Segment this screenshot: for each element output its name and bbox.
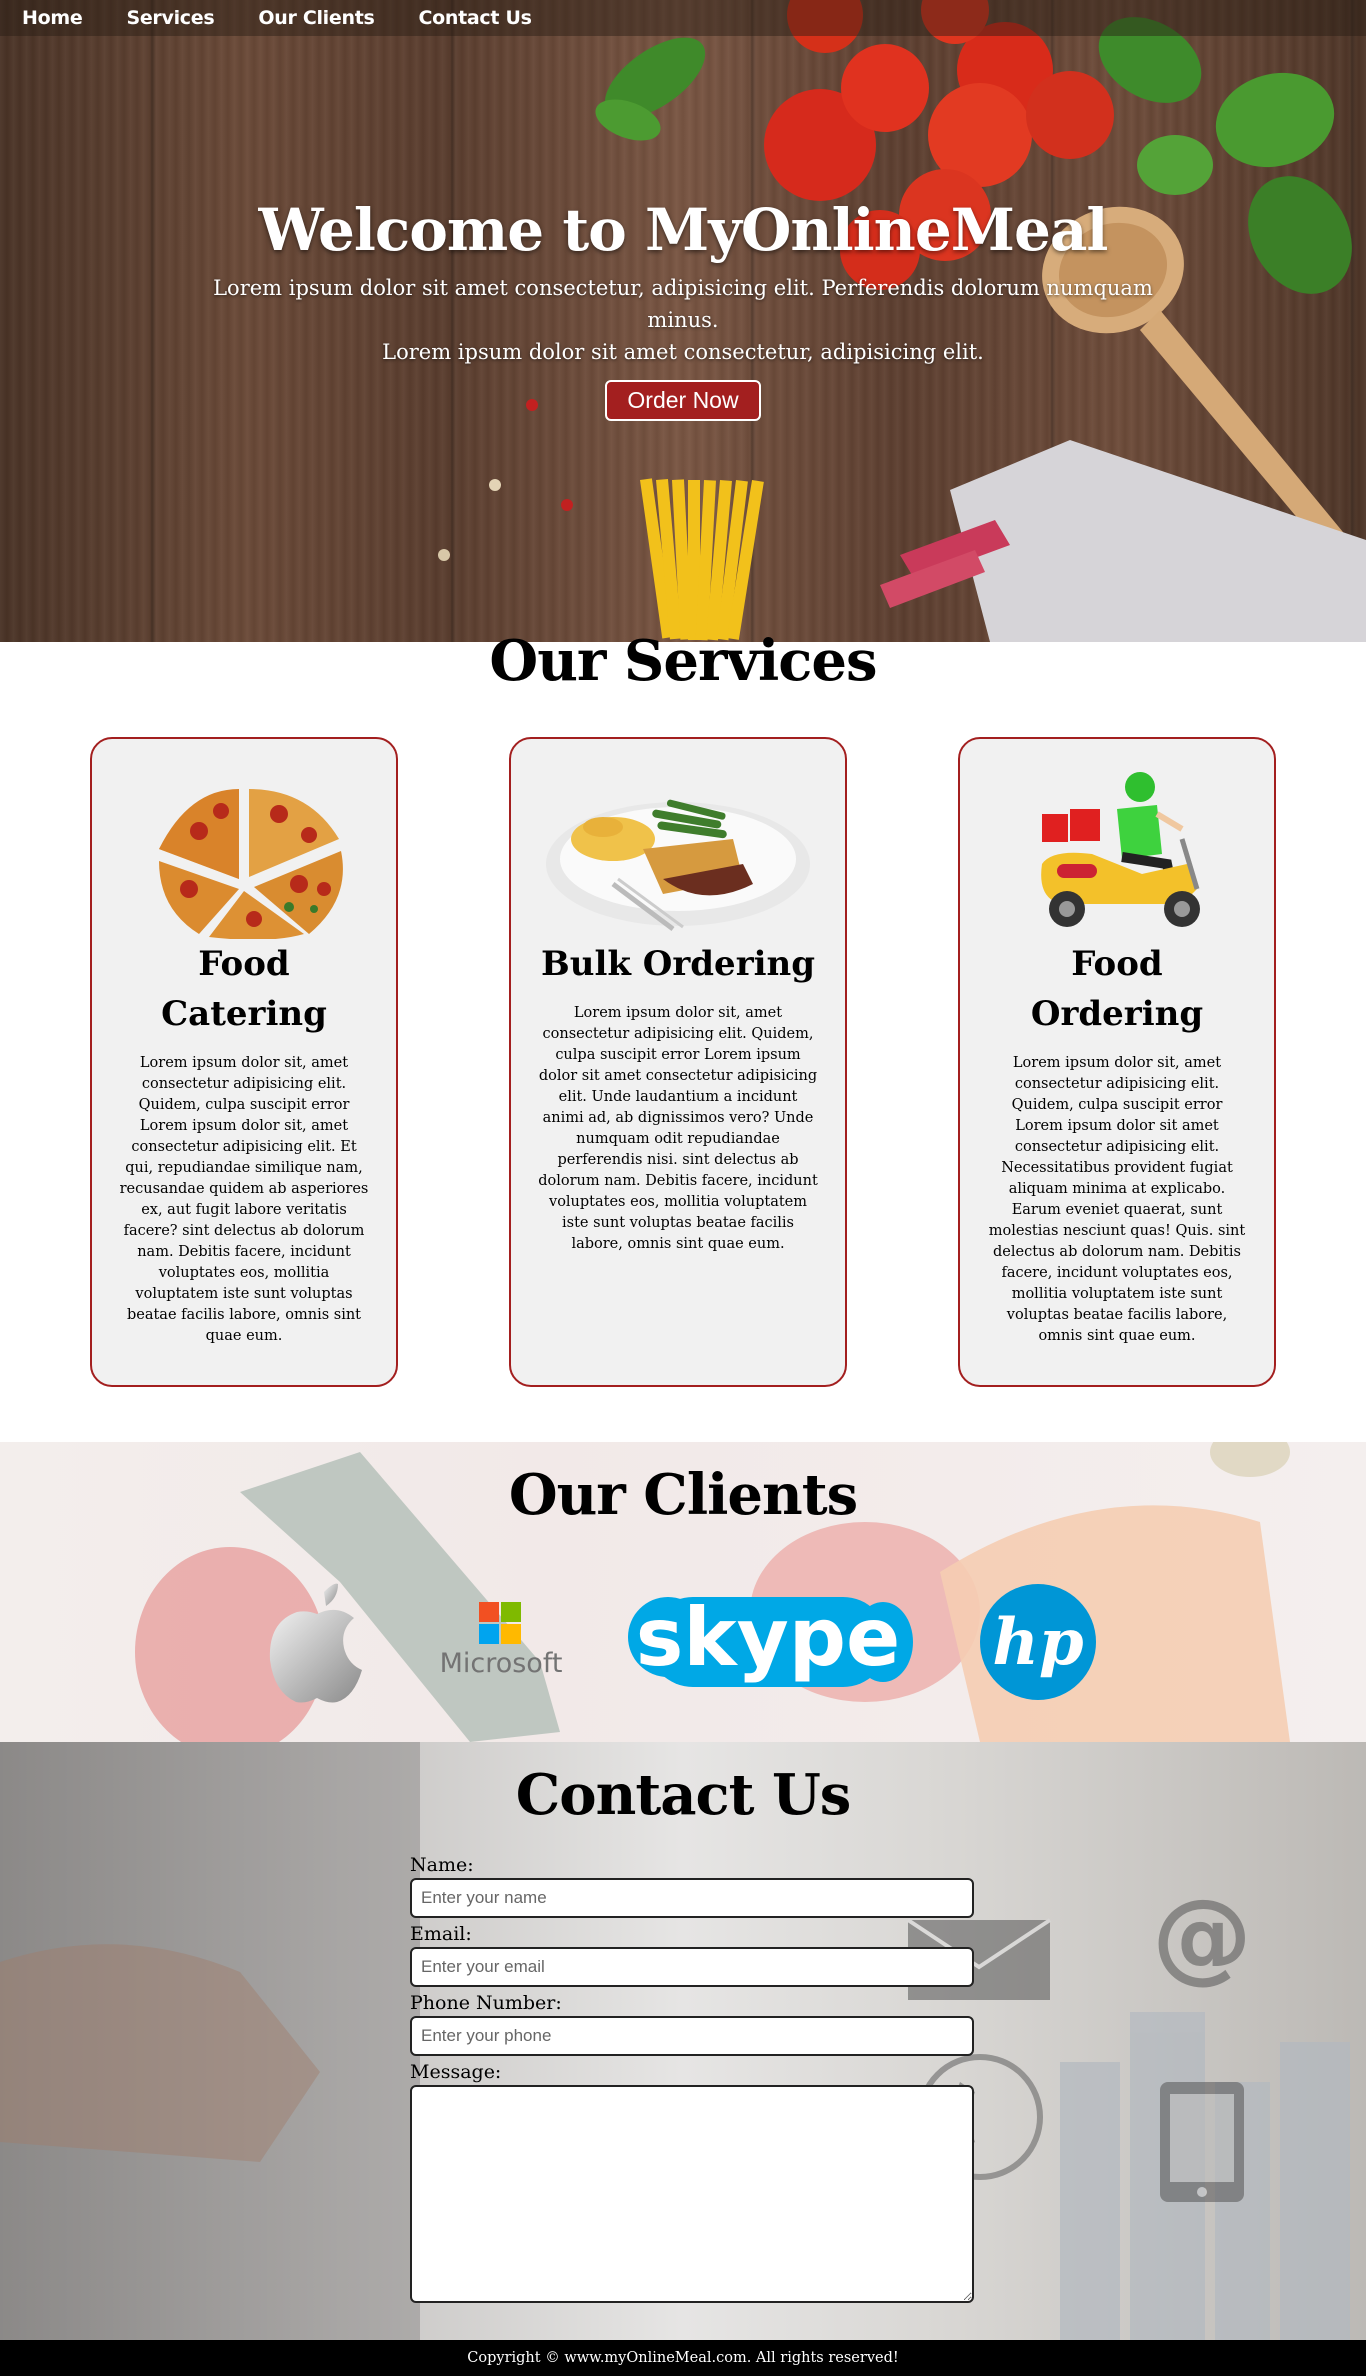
footer: Copyright © www.myOnlineMeal.com. All ri… xyxy=(0,2340,1366,2376)
phone-label: Phone Number: xyxy=(410,1992,562,2014)
hp-logo: hp xyxy=(978,1582,1098,1706)
meal-plate-icon xyxy=(537,769,819,939)
clients-title: Our Clients xyxy=(508,1462,858,1528)
service-card-text: Lorem ipsum dolor sit, amet consectetur … xyxy=(988,1055,1246,1344)
hero-line-2: Lorem ipsum dolor sit amet consectetur, … xyxy=(382,340,984,364)
contact-title: Contact Us xyxy=(515,1762,852,1828)
pizza-icon xyxy=(118,769,370,939)
hp-wordmark: hp xyxy=(992,1605,1083,1680)
phone-field[interactable] xyxy=(410,2016,974,2056)
hero-content: Welcome to MyOnlineMeal Lorem ipsum dolo… xyxy=(0,196,1366,421)
service-card-bulk-ordering: Bulk Ordering Lorem ipsum dolor sit, ame… xyxy=(509,737,847,1387)
nav-contact-us[interactable]: Contact Us xyxy=(419,7,532,29)
microsoft-logo: Microsoft xyxy=(436,1602,566,1679)
service-card-text: Lorem ipsum dolor sit, amet consectetur … xyxy=(119,1055,369,1344)
email-label: Email: xyxy=(410,1923,472,1945)
top-nav: Home Services Our Clients Contact Us xyxy=(0,0,1366,36)
service-card-title: Food Catering xyxy=(161,944,327,1034)
nav-our-clients[interactable]: Our Clients xyxy=(258,7,374,29)
message-field[interactable] xyxy=(410,2085,974,2303)
hero-subtitle: Lorem ipsum dolor sit amet consectetur, … xyxy=(203,272,1163,368)
copyright-text: Copyright © www.myOnlineMeal.com. All ri… xyxy=(467,2350,899,2366)
hero-line-1: Lorem ipsum dolor sit amet consectetur, … xyxy=(213,276,1153,332)
name-field[interactable] xyxy=(410,1878,974,1918)
service-card-title: Bulk Ordering xyxy=(540,944,816,984)
service-card-food-ordering: Food Ordering Lorem ipsum dolor sit, ame… xyxy=(958,737,1276,1387)
microsoft-wordmark: Microsoft xyxy=(439,1648,563,1679)
apple-logo xyxy=(262,1582,372,1711)
hero-title: Welcome to MyOnlineMeal xyxy=(258,196,1109,264)
skype-logo: skype xyxy=(628,1577,914,1711)
delivery-scooter-icon xyxy=(986,769,1248,939)
contact-form: Name: Email: Phone Number: Message: xyxy=(410,1852,974,2306)
service-card-food-catering: Food Catering Lorem ipsum dolor sit, ame… xyxy=(90,737,398,1387)
at-sign-icon: @ xyxy=(1152,1877,1252,1994)
service-card-title: Food Ordering xyxy=(1030,944,1204,1034)
services-title: Our Services xyxy=(489,628,877,694)
name-label: Name: xyxy=(410,1854,474,1876)
message-label: Message: xyxy=(410,2061,502,2083)
skype-wordmark: skype xyxy=(636,1591,901,1684)
hero-section: Welcome to MyOnlineMeal Lorem ipsum dolo… xyxy=(0,0,1366,642)
contact-section: @ Contact Us Name: Email: Phone Number: … xyxy=(0,1742,1366,2340)
services-section: Our Services Food Catering Lorem ipsum d… xyxy=(0,628,1366,1442)
nav-home[interactable]: Home xyxy=(22,7,83,29)
nav-services[interactable]: Services xyxy=(126,7,214,29)
email-field[interactable] xyxy=(410,1947,974,1987)
service-card-text: Lorem ipsum dolor sit, amet consectetur … xyxy=(538,1005,818,1252)
order-now-button[interactable]: Order Now xyxy=(605,380,761,421)
tablet-icon xyxy=(1160,2082,1244,2202)
clients-section: Our Clients Microsoft skype hp xyxy=(0,1442,1366,1742)
